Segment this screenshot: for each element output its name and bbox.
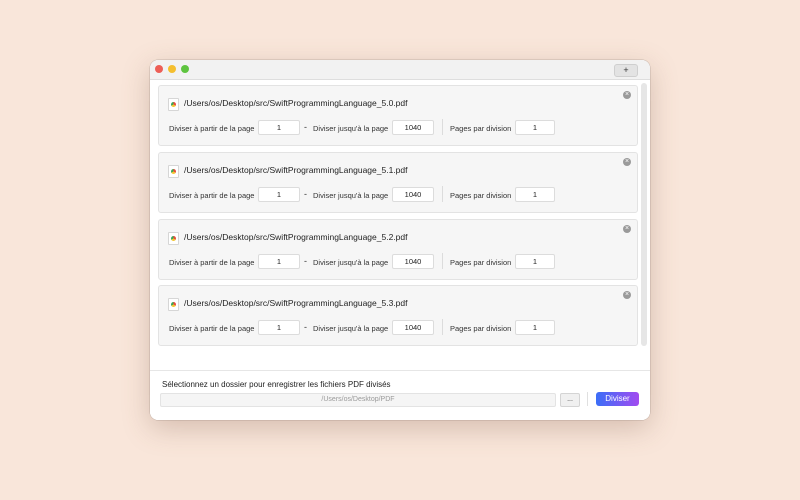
app-window: + /Users/os/Desktop/src/SwiftProgramming… (150, 60, 650, 420)
pages-per-split-label: Pages par division (450, 324, 512, 333)
divider (442, 186, 443, 202)
minimize-window-button[interactable] (168, 65, 176, 73)
file-card: /Users/os/Desktop/src/SwiftProgrammingLa… (158, 152, 638, 213)
file-path: /Users/os/Desktop/src/SwiftProgrammingLa… (184, 298, 408, 308)
divider (442, 119, 443, 135)
pages-per-split-input[interactable]: 1 (515, 187, 555, 202)
to-page-label: Diviser jusqu'à la page (313, 258, 389, 267)
file-card: /Users/os/Desktop/src/SwiftProgrammingLa… (158, 85, 638, 146)
remove-file-icon[interactable]: × (623, 225, 631, 233)
to-page-input[interactable]: 1040 (392, 120, 434, 135)
to-page-input[interactable]: 1040 (392, 187, 434, 202)
remove-file-icon[interactable]: × (623, 158, 631, 166)
file-card: /Users/os/Desktop/src/SwiftProgrammingLa… (158, 219, 638, 280)
remove-file-icon[interactable]: × (623, 291, 631, 299)
to-page-label: Diviser jusqu'à la page (313, 324, 389, 333)
file-path: /Users/os/Desktop/src/SwiftProgrammingLa… (184, 165, 408, 175)
range-dash: - (304, 256, 307, 266)
scrollbar[interactable] (641, 83, 647, 346)
file-path: /Users/os/Desktop/src/SwiftProgrammingLa… (184, 98, 408, 108)
browse-folder-button[interactable]: ... (560, 393, 580, 407)
pages-per-split-label: Pages par division (450, 124, 512, 133)
range-dash: - (304, 122, 307, 132)
title-bar: + (150, 60, 650, 80)
divider (587, 392, 588, 406)
pages-per-split-label: Pages par division (450, 191, 512, 200)
file-path: /Users/os/Desktop/src/SwiftProgrammingLa… (184, 232, 408, 242)
from-page-label: Diviser à partir de la page (169, 191, 255, 200)
zoom-window-button[interactable] (181, 65, 189, 73)
pages-per-split-input[interactable]: 1 (515, 320, 555, 335)
from-page-label: Diviser à partir de la page (169, 324, 255, 333)
from-page-input[interactable]: 1 (258, 120, 300, 135)
to-page-input[interactable]: 1040 (392, 320, 434, 335)
from-page-input[interactable]: 1 (258, 254, 300, 269)
pdf-file-icon (168, 232, 179, 245)
from-page-input[interactable]: 1 (258, 187, 300, 202)
divider (442, 253, 443, 269)
to-page-input[interactable]: 1040 (392, 254, 434, 269)
from-page-input[interactable]: 1 (258, 320, 300, 335)
output-folder-prompt: Sélectionnez un dossier pour enregistrer… (162, 380, 391, 389)
pdf-file-icon (168, 98, 179, 111)
pdf-file-icon (168, 298, 179, 311)
remove-file-icon[interactable]: × (623, 91, 631, 99)
pages-per-split-input[interactable]: 1 (515, 254, 555, 269)
to-page-label: Diviser jusqu'à la page (313, 191, 389, 200)
from-page-label: Diviser à partir de la page (169, 258, 255, 267)
output-folder-field[interactable]: /Users/os/Desktop/PDF (160, 393, 556, 407)
output-panel: Sélectionnez un dossier pour enregistrer… (150, 370, 650, 420)
from-page-label: Diviser à partir de la page (169, 124, 255, 133)
add-file-button[interactable]: + (614, 64, 638, 77)
close-window-button[interactable] (155, 65, 163, 73)
range-dash: - (304, 322, 307, 332)
file-list: /Users/os/Desktop/src/SwiftProgrammingLa… (150, 80, 650, 370)
divider (442, 319, 443, 335)
pages-per-split-label: Pages par division (450, 258, 512, 267)
pages-per-split-input[interactable]: 1 (515, 120, 555, 135)
pdf-file-icon (168, 165, 179, 178)
to-page-label: Diviser jusqu'à la page (313, 124, 389, 133)
split-button[interactable]: Diviser (596, 392, 639, 406)
range-dash: - (304, 189, 307, 199)
file-card: /Users/os/Desktop/src/SwiftProgrammingLa… (158, 285, 638, 346)
